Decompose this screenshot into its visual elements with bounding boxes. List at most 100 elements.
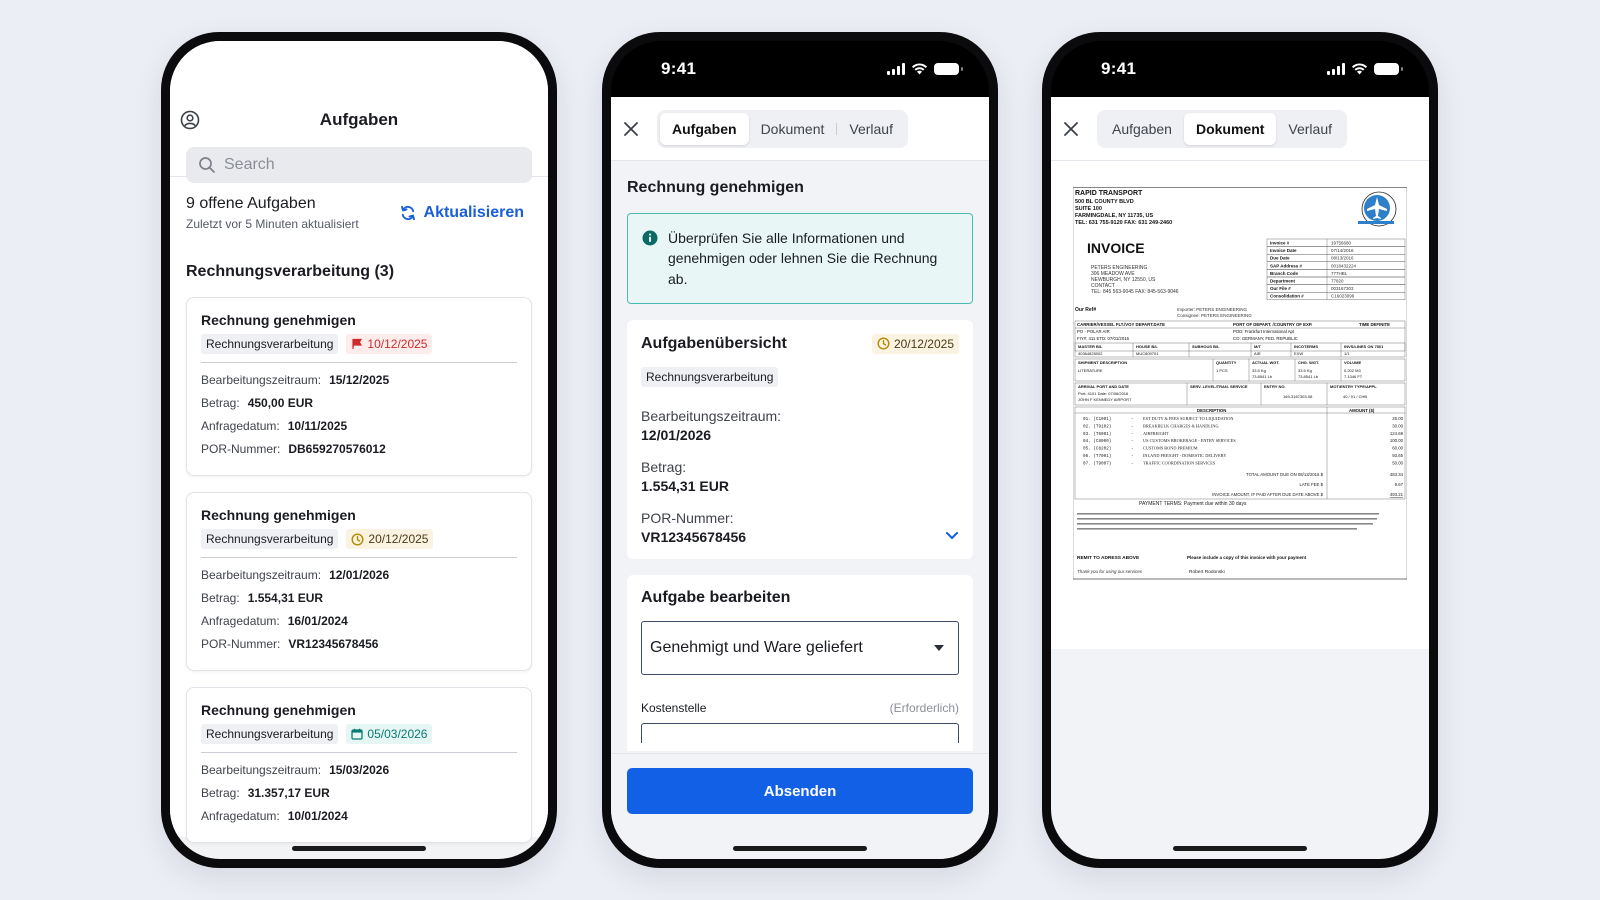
- detail-topbar: Aufgaben Dokument Verlauf: [1051, 97, 1429, 161]
- category-tag: Rechnungsverarbeitung: [201, 724, 339, 744]
- arrival-value: Port: 4101 Date: 07/06/2016: [1078, 391, 1129, 396]
- tab-aufgaben[interactable]: Aufgaben: [1100, 113, 1184, 145]
- status-select[interactable]: Genehmigt und Ware geliefert: [641, 620, 959, 675]
- dropdown-arrow-icon: [934, 644, 944, 651]
- charge-amount: 50.00: [1392, 460, 1403, 465]
- submit-button[interactable]: Absenden: [627, 768, 973, 814]
- due-date: 05/03/2026: [367, 727, 428, 741]
- late-fee-label: LATE FEE $: [1299, 482, 1323, 487]
- field-value: 31.357,17 EUR: [247, 786, 330, 800]
- meta-label: Branch Code: [1270, 271, 1299, 276]
- refresh-button[interactable]: Aktualisieren: [400, 204, 524, 222]
- status-icons: [887, 63, 963, 75]
- ship-header: TIME DEFINITE: [1359, 322, 1390, 327]
- task-card[interactable]: Rechnung genehmigen Rechnungsverarbeitun…: [186, 297, 532, 476]
- total-label: TOTAL AMOUNT DUE ON 08/13/2016 $: [1246, 472, 1324, 477]
- meta-label: SAP Address #: [1270, 263, 1303, 268]
- cost-center-label: Kostenstelle: [641, 700, 707, 715]
- ship-value: PO - POLAR AIR: [1077, 329, 1110, 334]
- charge-desc: AIRFREIGHT: [1143, 431, 1169, 436]
- meta-label: Due Date: [1270, 256, 1290, 261]
- edit-panel: Aufgabe bearbeiten Genehmigt und Ware ge…: [627, 574, 973, 751]
- remit-text: REMIT TO ADRESS ABOVE: [1077, 555, 1140, 561]
- charge-amount: 25.00: [1392, 416, 1403, 421]
- task-card[interactable]: Rechnung genehmigen Rechnungsverarbeitun…: [186, 687, 532, 843]
- tab-verlauf[interactable]: Verlauf: [837, 113, 905, 145]
- tab-dokument[interactable]: Dokument: [749, 113, 837, 145]
- close-button[interactable]: [619, 117, 643, 141]
- search-input[interactable]: Search: [186, 147, 532, 183]
- signer-name: Robert Rodonski: [1189, 569, 1225, 575]
- edit-title: Aufgabe bearbeiten: [641, 588, 791, 606]
- invoice-address-line: SUITE 100: [1075, 206, 1102, 212]
- home-indicator: [1173, 846, 1307, 851]
- arrival-header: MOT/ENTRY TYPE/APPL: [1330, 384, 1377, 389]
- document-viewer[interactable]: RAPID TRANSPORT 500 BL COUNTY BLVD SUITE…: [1051, 161, 1429, 649]
- desc-value: 1 PCS: [1216, 368, 1228, 373]
- due-date: 10/12/2025: [367, 337, 428, 351]
- charge-desc: BREAKBULK CHARGES & HANDLING: [1143, 423, 1219, 428]
- tab-aufgaben[interactable]: Aufgaben: [660, 112, 749, 145]
- bl-value: MUC809701: [1136, 351, 1159, 356]
- task-card[interactable]: Rechnung genehmigen Rechnungsverarbeitun…: [186, 492, 532, 671]
- close-icon: [624, 121, 638, 136]
- desc-value: 33.5 Kg: [1252, 368, 1266, 373]
- home-indicator: [733, 846, 867, 851]
- status-bar: 9:41: [611, 41, 989, 97]
- desc-header: VOLUME: [1344, 360, 1361, 365]
- charge-code: 01. (C1001): [1083, 417, 1111, 422]
- late-fee-value: 9.67: [1395, 482, 1404, 487]
- ship-value: CO: GERMANY, FED. REPUBLIC: [1233, 336, 1298, 341]
- bill-to-line: TEL: 845 563-9045 FAX: 845-563-9046: [1091, 289, 1179, 295]
- search-placeholder: Search: [224, 156, 275, 173]
- bl-header: M/T: [1254, 344, 1261, 349]
- phone-task-detail: 9:41 Aufgaben Dokument Verlauf Rechnung …: [602, 32, 998, 868]
- detail-body: Rechnung genehmigen Überprüfen Sie alle …: [611, 161, 989, 751]
- signal-icon: [887, 63, 905, 75]
- charge-code: 06. (T7001): [1083, 454, 1111, 459]
- task-list: 9 offene Aufgaben Zuletzt vor 5 Minuten …: [170, 177, 548, 843]
- fine-print: [1077, 513, 1379, 530]
- field-label: Bearbeitungszeitraum:: [641, 407, 782, 424]
- meta-label: Department: [1270, 279, 1296, 284]
- arrival-value: 40 / 01 / CHB: [1343, 394, 1367, 399]
- charge-dash: -: [1131, 424, 1134, 429]
- status-bar: 9:41: [1051, 41, 1429, 97]
- meta-value: 19756680: [1331, 241, 1352, 246]
- our-ref: Our Ref#: [1075, 307, 1096, 313]
- ship-value: FIY#: 411 ETD: 07/01/2016: [1077, 336, 1130, 341]
- chevron-down-icon[interactable]: [945, 530, 959, 540]
- desc-header: ACTUAL WGT.: [1252, 360, 1279, 365]
- bl-value: EXW: [1294, 351, 1303, 356]
- charge-dash: -: [1131, 454, 1134, 459]
- tab-dokument[interactable]: Dokument: [1183, 112, 1277, 145]
- tab-verlauf[interactable]: Verlauf: [1276, 113, 1344, 145]
- ship-header: PORT OF DEPART. /COUNTRY OF EXP.: [1233, 322, 1312, 327]
- task-title: Rechnung genehmigen: [201, 507, 356, 523]
- meta-value: 77820: [1331, 279, 1344, 284]
- search-icon: [199, 157, 215, 173]
- field-label: Betrag:: [201, 786, 240, 800]
- bl-value: AIR: [1254, 351, 1261, 356]
- cost-center-input[interactable]: [641, 722, 959, 743]
- profile-icon[interactable]: [180, 110, 200, 130]
- bl-value: 1/1: [1344, 351, 1350, 356]
- clock-icon: [351, 532, 364, 546]
- arrival-header: ENTRY NO.: [1264, 384, 1286, 389]
- due-date-tag: 05/03/2026: [346, 724, 433, 744]
- desc-value: 7.1346 FT: [1344, 374, 1363, 379]
- field-value: 1.554,31 EUR: [247, 591, 324, 605]
- signal-icon: [1327, 63, 1345, 75]
- bl-header: MASTER B/L: [1078, 344, 1103, 349]
- close-button[interactable]: [1059, 117, 1083, 141]
- info-banner: Überprüfen Sie alle Informationen und ge…: [627, 213, 973, 304]
- charge-code: 03. (T6001): [1083, 432, 1111, 437]
- required-hint: (Erforderlich): [889, 700, 959, 715]
- desc-value: 73.8541 Lb: [1298, 374, 1319, 379]
- field-value: 15/12/2025: [329, 373, 390, 387]
- battery-icon: [934, 63, 963, 75]
- due-date-tag: 10/12/2025: [346, 334, 433, 354]
- field-value: VR12345678456: [288, 637, 379, 651]
- tab-switcher: Aufgaben Dokument Verlauf: [1097, 109, 1347, 148]
- field-label: Bearbeitungszeitraum:: [201, 373, 322, 387]
